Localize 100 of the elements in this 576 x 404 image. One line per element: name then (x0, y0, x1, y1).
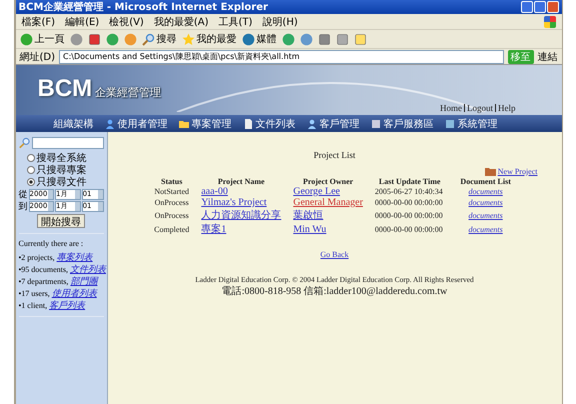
links-button[interactable]: 連結 (538, 50, 558, 64)
nav-item[interactable]: 系統管理 (444, 116, 498, 130)
menu-item[interactable]: 檢視(V) (109, 14, 144, 28)
owner-link[interactable]: George Lee (293, 186, 340, 197)
maximize-button[interactable] (534, 1, 546, 13)
nav-item[interactable]: 使用者管理 (104, 116, 168, 130)
documents-link[interactable]: documents (468, 187, 503, 196)
menu-item[interactable]: 我的最愛(A) (154, 14, 208, 28)
summary-link[interactable]: 使用者列表 (52, 286, 97, 300)
header-link[interactable]: Help (498, 103, 516, 113)
folder-icon (484, 166, 496, 176)
windows-logo-icon (544, 16, 556, 28)
summary-count: •1 client, (18, 300, 48, 310)
range-label: 從 (18, 188, 28, 200)
summary-count: •2 projects, (18, 252, 55, 262)
owner-link[interactable]: 葉啟恒 (293, 210, 324, 221)
documents-link[interactable]: documents (468, 224, 503, 234)
toolbar-button[interactable] (70, 32, 82, 46)
project-link[interactable]: 人力資源知識分享 (201, 210, 282, 221)
go-back-link[interactable]: Go Back (320, 250, 349, 259)
toolbar-button[interactable]: 我的最愛 (182, 32, 236, 46)
address-field[interactable]: C:\Documents and Settings\陳思穎\桌面\pcs\新資料夾\all.htm (59, 50, 504, 64)
column-header: Project Owner (302, 177, 354, 186)
person-icon (306, 118, 316, 128)
time-cell-text: 0000-00-00 00:00:00 (374, 224, 444, 236)
menu-item[interactable]: 說明(H) (262, 14, 298, 28)
menu-item[interactable]: 編輯(E) (65, 14, 100, 28)
site-logo: BCM 企業經營管理 (38, 75, 162, 103)
summary-count: •17 users, (18, 288, 50, 298)
toolbar-button[interactable] (300, 32, 312, 46)
nav-item[interactable]: 組織架構 (54, 116, 94, 130)
toolbar-icon (300, 32, 312, 46)
person-icon (104, 118, 114, 128)
toolbar-button[interactable]: 媒體 (242, 32, 276, 46)
summary-link[interactable]: 專案列表 (56, 250, 93, 264)
time-cell-text: 0000-00-00 00:00:00 (374, 210, 444, 222)
page-title: Project List (314, 150, 356, 160)
header-link[interactable]: Home (440, 103, 462, 113)
project-link[interactable]: 專案1 (201, 224, 226, 235)
time-cell-text: 2005-06-27 10:40:34 (374, 186, 444, 197)
column-header: Status (160, 177, 184, 186)
nav-item[interactable]: 專案管理 (178, 116, 232, 130)
summary-title: Currently there are : (18, 239, 84, 248)
toolbar-icon (20, 32, 32, 46)
toolbar-button[interactable] (318, 32, 330, 46)
column-header: Last Update Time (378, 177, 442, 186)
toolbar-icon (88, 32, 100, 46)
menu-item[interactable]: 工具(T) (218, 14, 252, 28)
new-project-link[interactable]: New Project (484, 166, 538, 176)
owner-link[interactable]: General Manager (293, 197, 363, 208)
nav-item[interactable]: 客戶服務區 (370, 116, 434, 130)
toolbar-button[interactable] (354, 32, 366, 46)
address-label: 網址(D) (20, 50, 56, 64)
toolbar-icon (318, 32, 330, 46)
summary-link[interactable]: 文件列表 (70, 262, 106, 276)
search-field[interactable] (32, 137, 104, 149)
toolbar-button[interactable] (106, 32, 118, 46)
status-cell-text: OnProcess (154, 197, 190, 208)
column-header: Project Name (216, 177, 266, 186)
status-cell-text: OnProcess (154, 210, 190, 222)
toolbar-icon (124, 32, 136, 46)
close-button[interactable] (546, 1, 558, 13)
toolbar-button[interactable] (282, 32, 294, 46)
nav-item[interactable]: 文件列表 (242, 116, 296, 130)
toolbar-icon (70, 32, 82, 46)
toolbar-icon (336, 32, 348, 46)
summary-count: •7 departments, (18, 276, 68, 286)
column-header: Document List (459, 177, 512, 186)
star-icon (182, 32, 194, 46)
summary-count: •95 documents, (18, 264, 68, 274)
radio-option[interactable]: 搜尋全系統 (18, 152, 104, 164)
toolbar-icon (242, 32, 254, 46)
footer-text: 電話:0800-818-958 信箱:ladder100@ladderedu.com.tw (220, 284, 448, 298)
header-link[interactable]: Logout (467, 103, 493, 113)
document-icon (242, 118, 252, 128)
search-button[interactable]: 開始搜尋 (37, 214, 85, 228)
summary-link[interactable]: 部門團 (70, 274, 98, 288)
search-icon (18, 136, 30, 150)
toolbar-button[interactable] (88, 32, 100, 46)
nav-item[interactable]: 客戶管理 (306, 116, 360, 130)
toolbar-icon (106, 32, 118, 46)
toolbar-button[interactable]: 上一頁 (20, 32, 64, 46)
toolbar-icon (354, 32, 366, 46)
radio-option[interactable]: 只搜尋專案 (18, 164, 104, 176)
menu-item[interactable]: 檔案(F) (22, 14, 56, 28)
owner-link[interactable]: Min Wu (293, 224, 326, 234)
toolbar-icon (282, 32, 294, 46)
documents-link[interactable]: documents (468, 198, 503, 207)
radio-option[interactable]: 只搜尋文件 (18, 176, 104, 188)
toolbar-button[interactable] (336, 32, 348, 46)
minimize-button[interactable] (520, 1, 532, 13)
toolbar-button[interactable]: 搜尋 (142, 32, 176, 46)
status-cell-text: NotStarted (153, 186, 190, 197)
documents-link[interactable]: documents (468, 210, 503, 220)
window-title: BCM企業經營管理 - Microsoft Internet Explorer (18, 0, 268, 14)
range-label: 到 (18, 200, 28, 212)
project-link[interactable]: aaa-00 (201, 186, 228, 197)
summary-link[interactable]: 客戶列表 (49, 298, 86, 312)
project-link[interactable]: Yilmaz's Project (201, 197, 267, 208)
folder-icon (178, 118, 188, 128)
